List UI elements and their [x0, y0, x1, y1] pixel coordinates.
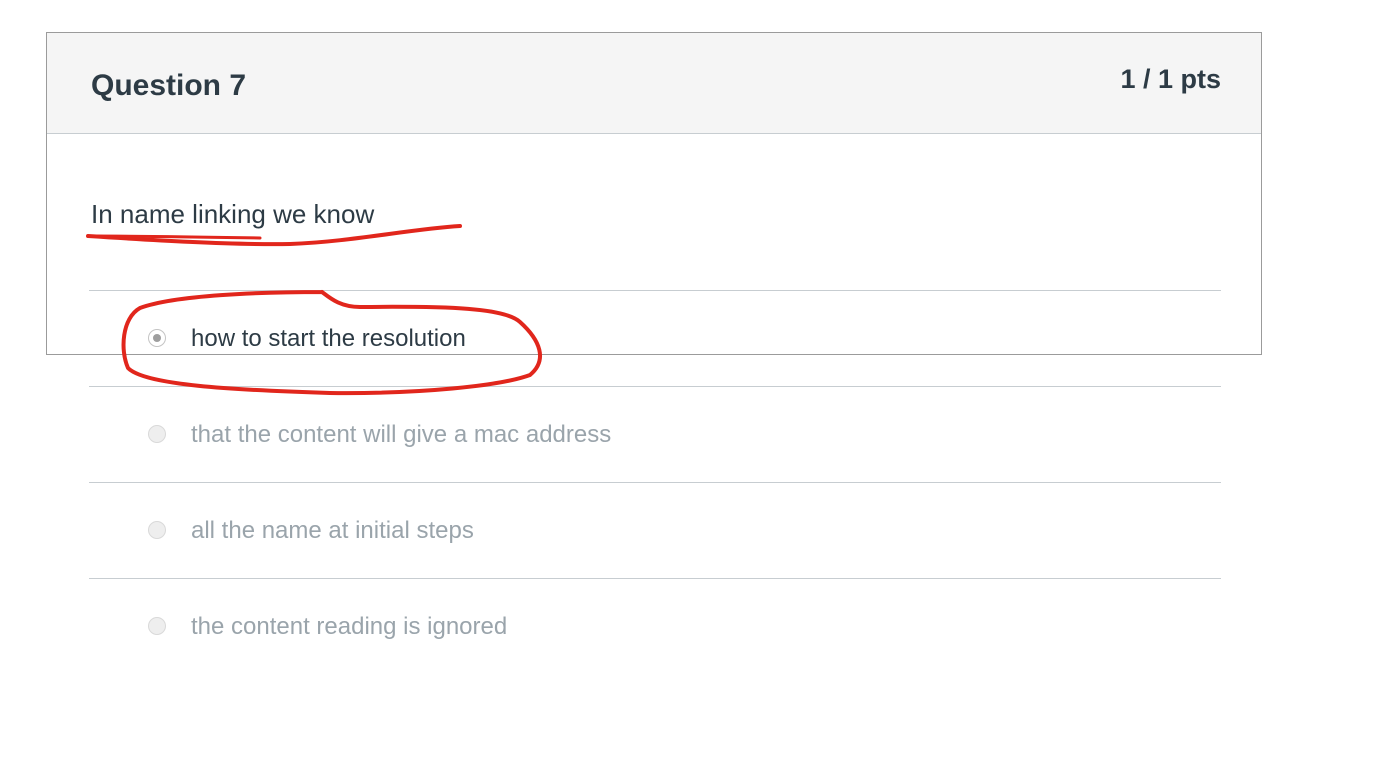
answer-list: how to start the resolution that the con…: [89, 290, 1221, 674]
answer-label: all the name at initial steps: [191, 517, 474, 544]
question-text: In name linking we know: [91, 199, 375, 229]
answer-option[interactable]: that the content will give a mac address: [89, 386, 1221, 482]
question-header: Question 7 1 / 1 pts: [47, 33, 1261, 134]
answer-label: that the content will give a mac address: [191, 421, 612, 448]
answer-option[interactable]: all the name at initial steps: [89, 482, 1221, 578]
answer-option[interactable]: how to start the resolution: [89, 290, 1221, 386]
answer-label: how to start the resolution: [191, 325, 466, 352]
question-card: Question 7 1 / 1 pts In name linking we …: [46, 32, 1262, 640]
question-title: Question 7: [91, 69, 247, 102]
question-points: 1 / 1 pts: [1120, 64, 1221, 94]
answer-label: the content reading is ignored: [191, 613, 508, 640]
radio-unselected-icon[interactable]: [148, 617, 166, 635]
answer-option[interactable]: the content reading is ignored: [89, 578, 1221, 674]
radio-selected-icon[interactable]: [148, 329, 166, 347]
radio-unselected-icon[interactable]: [148, 425, 166, 443]
radio-unselected-icon[interactable]: [148, 521, 166, 539]
